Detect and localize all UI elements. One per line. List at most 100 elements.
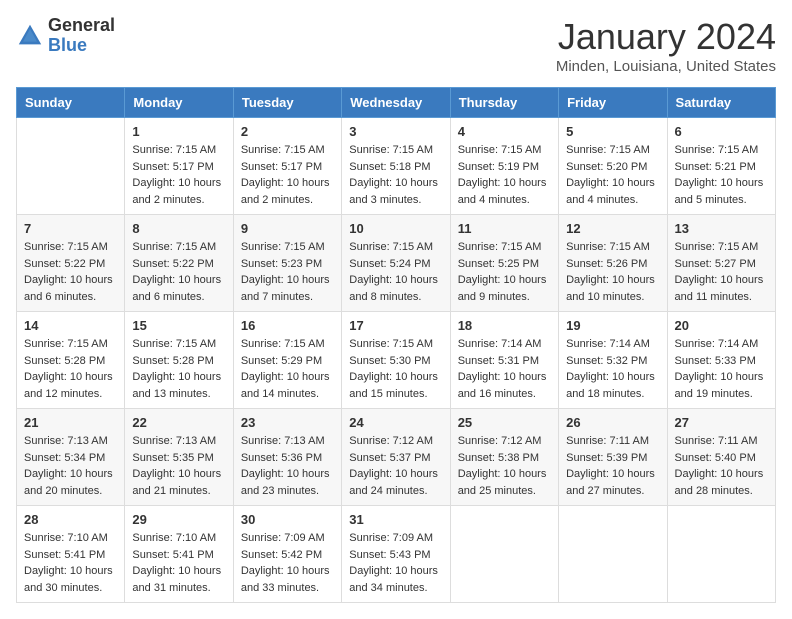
day-info: Sunrise: 7:15 AM Sunset: 5:30 PM Dayligh… bbox=[349, 336, 442, 402]
day-info: Sunrise: 7:12 AM Sunset: 5:37 PM Dayligh… bbox=[349, 433, 442, 499]
calendar-cell: 10Sunrise: 7:15 AM Sunset: 5:24 PM Dayli… bbox=[342, 215, 450, 312]
day-info: Sunrise: 7:09 AM Sunset: 5:43 PM Dayligh… bbox=[349, 530, 442, 596]
day-info: Sunrise: 7:15 AM Sunset: 5:28 PM Dayligh… bbox=[132, 336, 225, 402]
day-number: 15 bbox=[132, 318, 225, 333]
calendar-header: SundayMondayTuesdayWednesdayThursdayFrid… bbox=[17, 88, 776, 118]
day-info: Sunrise: 7:15 AM Sunset: 5:29 PM Dayligh… bbox=[241, 336, 334, 402]
day-info: Sunrise: 7:09 AM Sunset: 5:42 PM Dayligh… bbox=[241, 530, 334, 596]
day-info: Sunrise: 7:15 AM Sunset: 5:22 PM Dayligh… bbox=[24, 239, 117, 305]
calendar-cell bbox=[17, 118, 125, 215]
day-info: Sunrise: 7:15 AM Sunset: 5:27 PM Dayligh… bbox=[675, 239, 768, 305]
day-number: 10 bbox=[349, 221, 442, 236]
day-info: Sunrise: 7:13 AM Sunset: 5:34 PM Dayligh… bbox=[24, 433, 117, 499]
day-number: 25 bbox=[458, 415, 551, 430]
calendar-cell: 12 Sunrise: 7:15 AM Sunset: 5:26 PM Dayli… bbox=[559, 215, 667, 312]
day-info: Sunrise: 7:15 AM Sunset: 5:25 PM Dayligh… bbox=[458, 239, 551, 305]
day-number: 28 bbox=[24, 512, 117, 527]
calendar-cell: 31 Sunrise: 7:09 AM Sunset: 5:43 PM Dayli… bbox=[342, 506, 450, 603]
calendar-cell: 6Sunrise: 7:15 AM Sunset: 5:21 PM Daylig… bbox=[667, 118, 775, 215]
calendar-cell: 17 Sunrise: 7:15 AM Sunset: 5:30 PM Dayli… bbox=[342, 312, 450, 409]
calendar-body: 1Sunrise: 7:15 AM Sunset: 5:17 PM Daylig… bbox=[17, 118, 776, 603]
calendar-cell: 2 Sunrise: 7:15 AM Sunset: 5:17 PM Daylig… bbox=[233, 118, 341, 215]
title-block: January 2024 Minden, Louisiana, United S… bbox=[556, 16, 776, 75]
day-number: 27 bbox=[675, 415, 768, 430]
day-header-wednesday: Wednesday bbox=[342, 88, 450, 118]
day-info: Sunrise: 7:11 AM Sunset: 5:40 PM Dayligh… bbox=[675, 433, 768, 499]
calendar-cell: 7 Sunrise: 7:15 AM Sunset: 5:22 PM Daylig… bbox=[17, 215, 125, 312]
logo-general-text: General bbox=[48, 16, 115, 36]
calendar-cell: 18 Sunrise: 7:14 AM Sunset: 5:31 PM Dayli… bbox=[450, 312, 558, 409]
day-number: 5 bbox=[566, 124, 659, 139]
calendar-cell: 1Sunrise: 7:15 AM Sunset: 5:17 PM Daylig… bbox=[125, 118, 233, 215]
week-row-3: 14Sunrise: 7:15 AM Sunset: 5:28 PM Dayli… bbox=[17, 312, 776, 409]
day-number: 7 bbox=[24, 221, 117, 236]
calendar-cell: 3 Sunrise: 7:15 AM Sunset: 5:18 PM Daylig… bbox=[342, 118, 450, 215]
day-info: Sunrise: 7:12 AM Sunset: 5:38 PM Dayligh… bbox=[458, 433, 551, 499]
day-header-friday: Friday bbox=[559, 88, 667, 118]
day-header-saturday: Saturday bbox=[667, 88, 775, 118]
day-number: 24 bbox=[349, 415, 442, 430]
calendar-cell bbox=[667, 506, 775, 603]
day-header-thursday: Thursday bbox=[450, 88, 558, 118]
day-info: Sunrise: 7:15 AM Sunset: 5:23 PM Dayligh… bbox=[241, 239, 334, 305]
calendar-cell: 25 Sunrise: 7:12 AM Sunset: 5:38 PM Dayli… bbox=[450, 409, 558, 506]
week-row-5: 28 Sunrise: 7:10 AM Sunset: 5:41 PM Dayli… bbox=[17, 506, 776, 603]
day-info: Sunrise: 7:15 AM Sunset: 5:26 PM Dayligh… bbox=[566, 239, 659, 305]
day-info: Sunrise: 7:13 AM Sunset: 5:35 PM Dayligh… bbox=[132, 433, 225, 499]
calendar-cell: 24 Sunrise: 7:12 AM Sunset: 5:37 PM Dayli… bbox=[342, 409, 450, 506]
day-number: 12 bbox=[566, 221, 659, 236]
day-info: Sunrise: 7:15 AM Sunset: 5:22 PM Dayligh… bbox=[132, 239, 225, 305]
day-number: 3 bbox=[349, 124, 442, 139]
day-number: 13 bbox=[675, 221, 768, 236]
day-info: Sunrise: 7:15 AM Sunset: 5:18 PM Dayligh… bbox=[349, 142, 442, 208]
day-number: 8 bbox=[132, 221, 225, 236]
calendar-cell: 29 Sunrise: 7:10 AM Sunset: 5:41 PM Dayli… bbox=[125, 506, 233, 603]
day-info: Sunrise: 7:13 AM Sunset: 5:36 PM Dayligh… bbox=[241, 433, 334, 499]
calendar-cell bbox=[559, 506, 667, 603]
day-info: Sunrise: 7:14 AM Sunset: 5:33 PM Dayligh… bbox=[675, 336, 768, 402]
calendar-cell: 13 Sunrise: 7:15 AM Sunset: 5:27 PM Dayli… bbox=[667, 215, 775, 312]
week-row-2: 7 Sunrise: 7:15 AM Sunset: 5:22 PM Daylig… bbox=[17, 215, 776, 312]
day-info: Sunrise: 7:14 AM Sunset: 5:31 PM Dayligh… bbox=[458, 336, 551, 402]
day-header-sunday: Sunday bbox=[17, 88, 125, 118]
day-info: Sunrise: 7:15 AM Sunset: 5:20 PM Dayligh… bbox=[566, 142, 659, 208]
calendar-cell: 15 Sunrise: 7:15 AM Sunset: 5:28 PM Dayli… bbox=[125, 312, 233, 409]
day-number: 18 bbox=[458, 318, 551, 333]
day-info: Sunrise: 7:10 AM Sunset: 5:41 PM Dayligh… bbox=[132, 530, 225, 596]
calendar-cell: 9Sunrise: 7:15 AM Sunset: 5:23 PM Daylig… bbox=[233, 215, 341, 312]
week-row-1: 1Sunrise: 7:15 AM Sunset: 5:17 PM Daylig… bbox=[17, 118, 776, 215]
day-info: Sunrise: 7:15 AM Sunset: 5:17 PM Dayligh… bbox=[241, 142, 334, 208]
calendar-cell: 19Sunrise: 7:14 AM Sunset: 5:32 PM Dayli… bbox=[559, 312, 667, 409]
day-number: 17 bbox=[349, 318, 442, 333]
day-number: 29 bbox=[132, 512, 225, 527]
calendar-cell: 30Sunrise: 7:09 AM Sunset: 5:42 PM Dayli… bbox=[233, 506, 341, 603]
day-header-tuesday: Tuesday bbox=[233, 88, 341, 118]
week-row-4: 21 Sunrise: 7:13 AM Sunset: 5:34 PM Dayli… bbox=[17, 409, 776, 506]
day-number: 2 bbox=[241, 124, 334, 139]
calendar-cell bbox=[450, 506, 558, 603]
day-number: 21 bbox=[24, 415, 117, 430]
calendar-cell: 4Sunrise: 7:15 AM Sunset: 5:19 PM Daylig… bbox=[450, 118, 558, 215]
calendar-cell: 14Sunrise: 7:15 AM Sunset: 5:28 PM Dayli… bbox=[17, 312, 125, 409]
day-number: 22 bbox=[132, 415, 225, 430]
day-info: Sunrise: 7:15 AM Sunset: 5:28 PM Dayligh… bbox=[24, 336, 117, 402]
logo-blue-text: Blue bbox=[48, 36, 115, 56]
days-row: SundayMondayTuesdayWednesdayThursdayFrid… bbox=[17, 88, 776, 118]
day-info: Sunrise: 7:10 AM Sunset: 5:41 PM Dayligh… bbox=[24, 530, 117, 596]
day-number: 23 bbox=[241, 415, 334, 430]
calendar-cell: 20 Sunrise: 7:14 AM Sunset: 5:33 PM Dayli… bbox=[667, 312, 775, 409]
calendar-cell: 16Sunrise: 7:15 AM Sunset: 5:29 PM Dayli… bbox=[233, 312, 341, 409]
calendar-cell: 23 Sunrise: 7:13 AM Sunset: 5:36 PM Dayli… bbox=[233, 409, 341, 506]
day-info: Sunrise: 7:15 AM Sunset: 5:17 PM Dayligh… bbox=[132, 142, 225, 208]
day-number: 31 bbox=[349, 512, 442, 527]
day-number: 20 bbox=[675, 318, 768, 333]
day-number: 11 bbox=[458, 221, 551, 236]
day-number: 6 bbox=[675, 124, 768, 139]
location-subtitle: Minden, Louisiana, United States bbox=[556, 58, 776, 75]
day-header-monday: Monday bbox=[125, 88, 233, 118]
logo-icon bbox=[16, 22, 44, 50]
calendar-cell: 21 Sunrise: 7:13 AM Sunset: 5:34 PM Dayli… bbox=[17, 409, 125, 506]
page-header: General Blue January 2024 Minden, Louisi… bbox=[16, 16, 776, 75]
day-number: 26 bbox=[566, 415, 659, 430]
calendar-cell: 11 Sunrise: 7:15 AM Sunset: 5:25 PM Dayli… bbox=[450, 215, 558, 312]
